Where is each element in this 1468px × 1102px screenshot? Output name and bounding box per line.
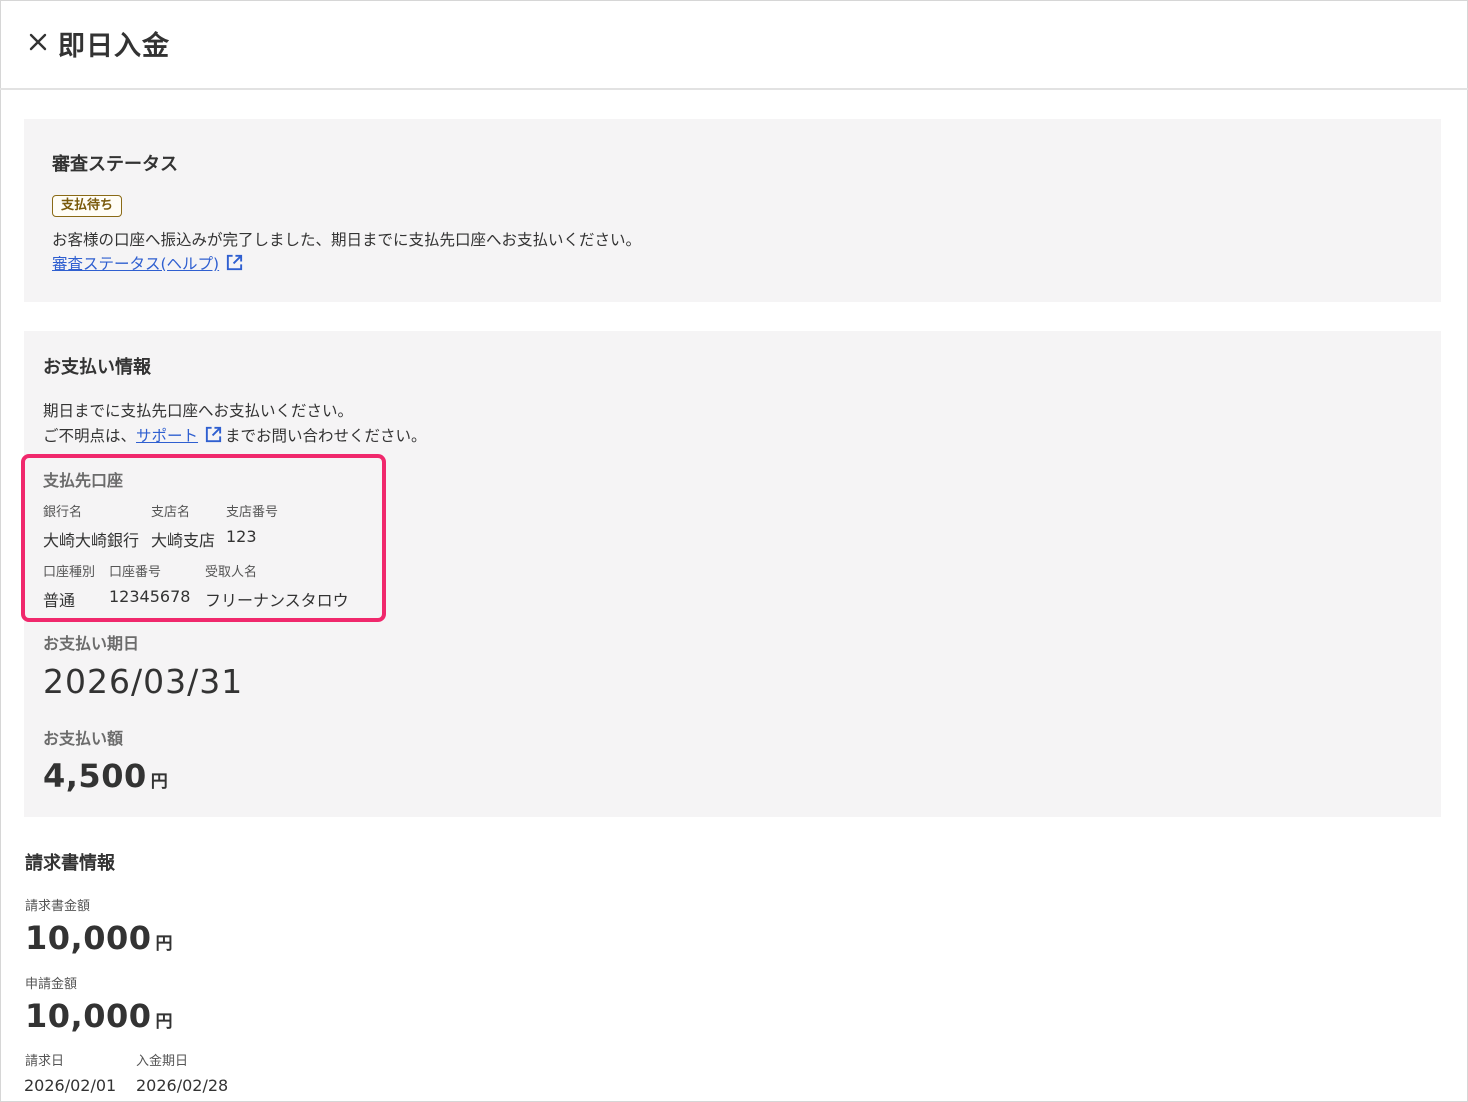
payment-due-value: 2026/03/31: [43, 662, 244, 701]
payment-amount: 4,500 円: [43, 757, 168, 795]
payment-info-heading: お支払い情報: [43, 357, 151, 378]
branch-name-value: 大崎支店: [151, 531, 216, 550]
applied-amount-label: 申請金額: [25, 977, 78, 992]
branch-name-label: 支店名: [151, 505, 191, 520]
invoice-info-heading: 請求書情報: [25, 853, 115, 874]
recipient-name-label: 受取人名: [205, 565, 258, 580]
recipient-name-value: フリーナンスタロウ: [205, 591, 349, 610]
branch-number-label: 支店番号: [226, 505, 279, 520]
close-icon[interactable]: [27, 31, 49, 53]
invoice-amount: 10,000 円: [25, 919, 172, 957]
external-link-icon[interactable]: [204, 425, 223, 444]
payment-amount-label: お支払い額: [43, 729, 124, 748]
status-badge: 支払待ち: [52, 195, 123, 217]
review-status-help-link[interactable]: 審査ステータス(ヘルプ): [52, 255, 219, 273]
account-heading: 支払先口座: [43, 471, 124, 490]
applied-amount-currency: 円: [155, 1012, 173, 1032]
invoice-amount-value: 10,000: [25, 919, 152, 957]
account-type-label: 口座種別: [43, 565, 96, 580]
invoice-date-label: 請求日: [25, 1054, 65, 1069]
bank-name-label: 銀行名: [43, 505, 83, 520]
support-line: ご不明点は、サポート までお問い合わせください。: [43, 424, 427, 446]
payment-due-label: お支払い期日: [43, 634, 140, 653]
invoice-date-value: 2026/02/01: [24, 1076, 117, 1095]
account-number-value: 12345678: [109, 587, 191, 606]
deposit-due-label: 入金期日: [136, 1054, 189, 1069]
support-link[interactable]: サポート: [136, 427, 198, 445]
support-line-prefix: ご不明点は、: [43, 427, 137, 445]
page-title: 即日入金: [58, 31, 170, 62]
review-status-panel: [24, 119, 1441, 302]
external-link-icon[interactable]: [225, 253, 244, 272]
applied-amount-value: 10,000: [25, 997, 152, 1035]
payment-amount-value: 4,500: [43, 757, 147, 795]
payment-instruction: 期日までに支払先口座へお支払いください。: [43, 402, 354, 420]
help-link-row: 審査ステータス(ヘルプ): [52, 252, 244, 274]
invoice-amount-label: 請求書金額: [25, 899, 91, 914]
account-number-label: 口座番号: [109, 565, 162, 580]
invoice-amount-currency: 円: [155, 934, 173, 954]
status-message: お客様の口座へ振込みが完了しました、期日までに支払先口座へお支払いください。: [52, 231, 642, 249]
deposit-due-value: 2026/02/28: [136, 1076, 229, 1095]
applied-amount: 10,000 円: [25, 997, 172, 1035]
review-status-heading: 審査ステータス: [52, 154, 178, 175]
support-line-suffix: までお問い合わせください。: [225, 427, 427, 445]
account-type-value: 普通: [43, 591, 76, 610]
header: 即日入金: [0, 0, 1468, 90]
payment-amount-currency: 円: [150, 772, 168, 792]
branch-number-value: 123: [226, 527, 257, 546]
bank-name-value: 大崎大崎銀行: [43, 531, 140, 550]
